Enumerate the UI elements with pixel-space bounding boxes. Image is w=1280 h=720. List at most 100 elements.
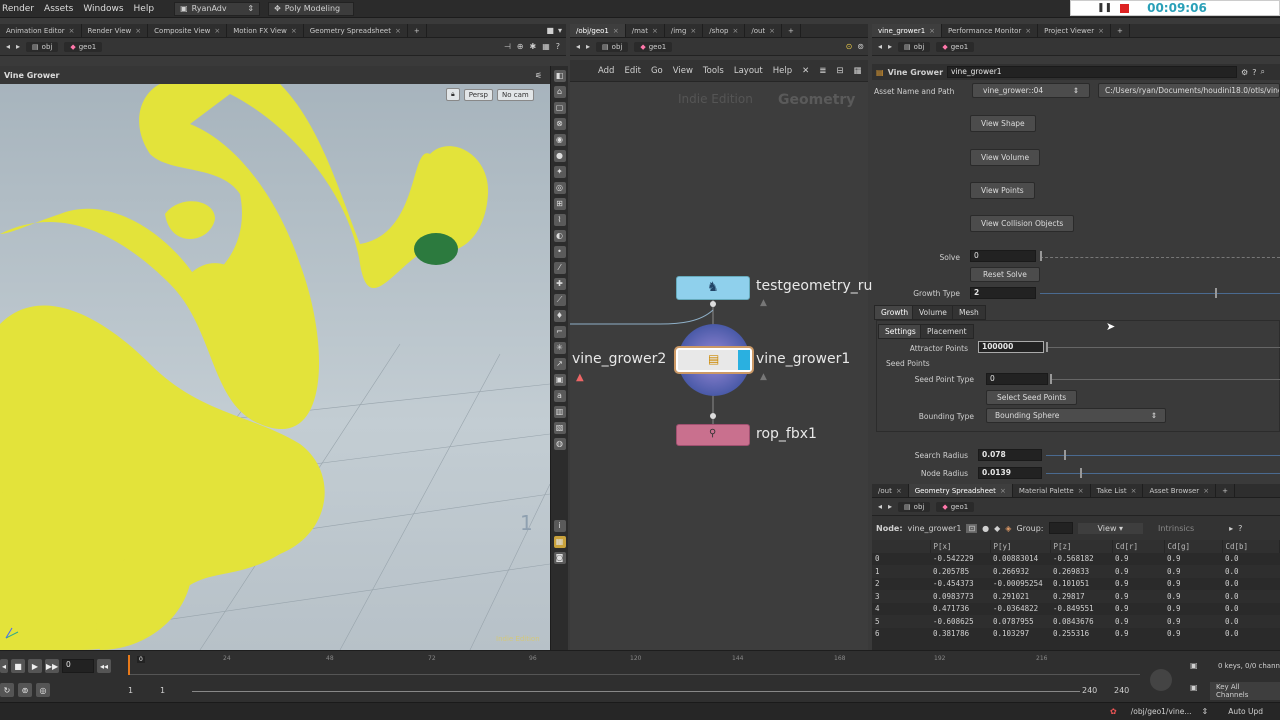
tab-mesh[interactable]: Mesh xyxy=(952,305,986,320)
keys-icon[interactable]: ▣ xyxy=(1190,661,1198,670)
visibility-icon[interactable]: ◐ xyxy=(553,230,566,242)
seed-point-type-field[interactable]: 0 xyxy=(986,373,1048,385)
add-tab-button[interactable]: + xyxy=(408,24,427,37)
back-arrow-icon[interactable]: ◂ xyxy=(878,42,882,51)
key-all-channels-button[interactable]: Key All Channels xyxy=(1210,682,1280,700)
back-arrow-icon[interactable]: ◂ xyxy=(878,502,882,511)
home-icon[interactable]: ⌂ xyxy=(553,86,566,98)
transform-icon[interactable]: ✳ xyxy=(553,342,566,354)
point-icon[interactable]: ● xyxy=(553,150,566,162)
search-icon[interactable]: ⌕ xyxy=(1260,67,1264,77)
camera-menu[interactable]: No cam xyxy=(496,88,534,101)
grid-icon[interactable]: ▦ xyxy=(542,42,550,51)
breadcrumb-geo1[interactable]: ◆ geo1 xyxy=(936,501,975,512)
brush-icon[interactable]: ⌇ xyxy=(553,214,566,226)
vertex-mode-icon[interactable]: ◆ xyxy=(994,524,1000,533)
tab-project-viewer[interactable]: Project Viewer × xyxy=(1038,24,1111,37)
current-frame-field[interactable]: 0 xyxy=(62,659,94,673)
range-slider[interactable] xyxy=(192,691,1080,692)
shading-icon[interactable]: ◉ xyxy=(553,134,566,146)
tab-img[interactable]: /img × xyxy=(665,24,704,37)
asset-path-field[interactable]: C:/Users/ryan/Documents/houdini18.0/otls… xyxy=(1098,83,1280,98)
help-icon[interactable]: ? xyxy=(556,42,560,51)
table-row[interactable]: 1 0.205785 0.266932 0.269833 0.9 0.9 0.0 xyxy=(872,565,1280,578)
stop-icon[interactable]: ■ xyxy=(11,659,25,673)
search-radius-thumb[interactable] xyxy=(1064,450,1066,460)
table-row[interactable]: 3 0.0983773 0.291021 0.29817 0.9 0.9 0.0 xyxy=(872,590,1280,603)
step-back-icon[interactable]: ◂ xyxy=(0,659,8,673)
tab-asset-browser[interactable]: Asset Browser × xyxy=(1143,484,1217,497)
cam-view-icon[interactable]: ◍ xyxy=(553,438,566,450)
tab-geometry-spreadsheet[interactable]: Geometry Spreadsheet × xyxy=(908,484,1013,497)
bounds-icon[interactable]: ⌐ xyxy=(553,326,566,338)
close-icon[interactable]: × xyxy=(769,27,775,35)
close-icon[interactable]: × xyxy=(690,27,696,35)
column-header[interactable] xyxy=(872,540,931,553)
play-icon[interactable]: ▶ xyxy=(28,659,42,673)
node-label-rop-fbx1[interactable]: rop_fbx1 xyxy=(756,426,817,442)
persp-menu[interactable]: Persp xyxy=(463,88,493,101)
vertex-icon[interactable]: ✚ xyxy=(553,278,566,290)
desktop-dropdown[interactable]: ▣ RyanAdv ⇕ xyxy=(174,1,261,16)
view-shape-button[interactable]: View Shape xyxy=(970,115,1036,132)
node-rop-fbx1[interactable]: ⚲ xyxy=(676,424,750,446)
close-icon[interactable]: × xyxy=(652,27,658,35)
forward-arrow-icon[interactable]: ▸ xyxy=(888,42,892,51)
node-radius-field[interactable]: 0.0139 xyxy=(978,467,1042,479)
info-icon[interactable]: i xyxy=(553,520,566,532)
lock-camera-icon[interactable]: 🔒︎ xyxy=(446,88,460,101)
playhead[interactable] xyxy=(128,655,130,675)
image-icon[interactable]: ▥ xyxy=(553,406,566,418)
close-icon[interactable]: × xyxy=(1098,27,1104,35)
tab-take-list[interactable]: Take List × xyxy=(1091,484,1144,497)
close-icon[interactable]: × xyxy=(1203,487,1209,495)
view-points-button[interactable]: View Points xyxy=(970,182,1035,199)
grid-toggle-icon[interactable]: ▦ xyxy=(553,536,566,548)
range-start-field[interactable]: 1 xyxy=(128,686,133,695)
snapshot-icon[interactable]: ◙ xyxy=(553,552,566,564)
back-arrow-icon[interactable]: ◂ xyxy=(6,42,10,51)
close-icon[interactable]: × xyxy=(929,27,935,35)
3d-viewport[interactable]: 1 🔒︎ Persp No cam Indie Edition xyxy=(0,84,550,650)
reset-solve-button[interactable]: Reset Solve xyxy=(970,267,1040,282)
tab-motion-fx-view[interactable]: Motion FX View × xyxy=(227,24,304,37)
add-tab-button[interactable]: + xyxy=(1216,484,1235,497)
forward-arrow-icon[interactable]: ▸ xyxy=(16,42,20,51)
bounding-type-dropdown[interactable]: Bounding Sphere ⇕ xyxy=(986,408,1166,423)
gear-icon[interactable]: ⚙ xyxy=(1241,68,1248,77)
link-icon[interactable]: ⊚ xyxy=(857,42,864,51)
growth-type-field[interactable]: 2 xyxy=(970,287,1036,299)
tab-geometry-spreadsheet[interactable]: Geometry Spreadsheet × xyxy=(304,24,408,37)
solve-slider-thumb[interactable] xyxy=(1040,251,1042,261)
add-tab-button[interactable]: + xyxy=(782,24,801,37)
tab-growth[interactable]: Growth xyxy=(874,305,916,320)
realtime-icon[interactable]: ↻ xyxy=(0,683,14,697)
breadcrumb-obj[interactable]: ▤ obj xyxy=(596,41,629,52)
range-start-field-2[interactable]: 1 xyxy=(160,686,165,695)
tab-placement[interactable]: Placement xyxy=(920,324,974,339)
asset-name-dropdown[interactable]: vine_grower::04 ⇕ xyxy=(972,83,1090,98)
breadcrumb-geo1[interactable]: ◆ geo1 xyxy=(936,41,975,52)
display-flag-icon[interactable] xyxy=(738,350,750,370)
view-dropdown[interactable]: View ▾ xyxy=(1077,522,1144,534)
shelf-layout-dropdown[interactable]: ✥ Poly Modeling xyxy=(268,1,355,16)
solve-slider[interactable] xyxy=(1040,257,1280,258)
view-collision-button[interactable]: View Collision Objects xyxy=(970,215,1075,232)
column-header[interactable]: P[x] xyxy=(930,540,991,553)
column-header[interactable]: Cd[r] xyxy=(1112,540,1165,553)
network-editor[interactable]: Add Edit Go View Tools Layout Help ✕ ≣ ⊟… xyxy=(570,60,872,650)
tab-out[interactable]: /out × xyxy=(745,24,783,37)
breadcrumb-geo1[interactable]: ◆ geo1 xyxy=(634,41,673,52)
node-label-vine-grower2[interactable]: vine_grower2 xyxy=(572,351,666,367)
close-icon[interactable]: × xyxy=(613,27,619,35)
menu-help[interactable]: Help xyxy=(134,4,155,14)
attractor-points-field[interactable]: 100000 xyxy=(978,341,1044,353)
breadcrumb-obj[interactable]: ▤ obj xyxy=(26,41,59,52)
dot-icon[interactable]: • xyxy=(553,246,566,258)
loop-icon[interactable]: ⊚ xyxy=(18,683,32,697)
node-label-vine-grower1[interactable]: vine_grower1 xyxy=(756,351,850,367)
display-options-icon[interactable]: ⚟ xyxy=(535,71,542,80)
cube-icon[interactable]: ▣ xyxy=(553,374,566,386)
growth-type-slider-thumb[interactable] xyxy=(1215,288,1218,298)
table-row[interactable]: 0 -0.542229 0.00883014 -0.568182 0.9 0.9 0.0 xyxy=(872,553,1280,566)
